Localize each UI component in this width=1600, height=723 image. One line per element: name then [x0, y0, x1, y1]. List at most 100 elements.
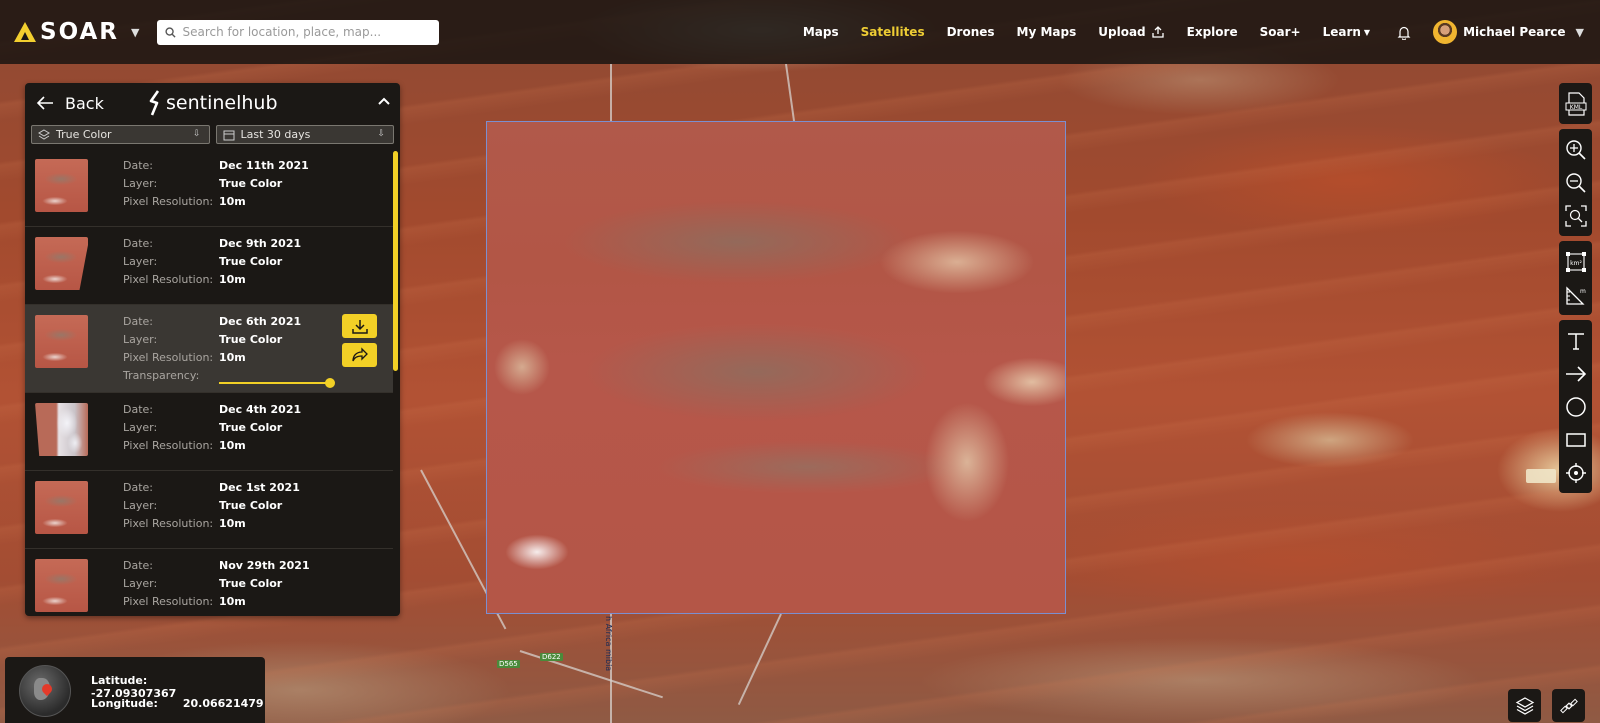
- result-layer-line: Layer: True Color: [123, 575, 282, 593]
- date-range-value: Last 30 days: [240, 128, 311, 141]
- back-button[interactable]: Back: [35, 94, 104, 113]
- share-button[interactable]: [342, 343, 377, 367]
- result-thumbnail: [35, 559, 88, 612]
- text-icon: [1567, 332, 1584, 350]
- sentinelhub-logo-icon: [149, 90, 160, 116]
- list-item-selected[interactable]: Date: Dec 6th 2021 Layer: True Color Pixel…: [25, 305, 393, 393]
- chevron-down-icon: ⇩: [192, 129, 201, 139]
- download-icon: [351, 320, 368, 334]
- list-item[interactable]: Date: Dec 4th 2021 Layer: True Color Pixel…: [25, 393, 393, 471]
- notifications-button[interactable]: [1392, 25, 1411, 40]
- nav-drones[interactable]: Drones: [947, 25, 995, 39]
- result-layer-line: Layer: True Color: [123, 497, 282, 515]
- transparency-line: Transparency:: [123, 367, 219, 385]
- globe-icon: [19, 665, 71, 717]
- back-label: Back: [65, 93, 104, 113]
- measure-distance-button[interactable]: m: [1559, 278, 1592, 311]
- arrow-tool-button[interactable]: [1559, 357, 1592, 390]
- road-label: D565: [497, 660, 520, 668]
- text-tool-button[interactable]: [1559, 324, 1592, 357]
- kml-button[interactable]: KML: [1559, 87, 1592, 120]
- chevron-down-icon[interactable]: ▼: [131, 26, 139, 39]
- soar-logo-text: SOAR: [40, 19, 120, 45]
- layer-label: Layer:: [123, 255, 158, 268]
- svg-text:km²: km²: [1570, 260, 1582, 267]
- transparency-slider-track[interactable]: [219, 382, 327, 384]
- resolution-label: Pixel Resolution:: [123, 439, 214, 452]
- result-layer-line: Layer: True Color: [123, 331, 282, 349]
- nav-upload[interactable]: Upload: [1098, 25, 1164, 39]
- result-resolution: 10m: [219, 595, 246, 608]
- result-date-line: Date: Dec 6th 2021: [123, 313, 301, 331]
- nav-learn[interactable]: Learn ▼: [1323, 25, 1371, 39]
- satellite-results-panel: Back sentinelhub True Color ⇩ Last 30 da…: [25, 83, 400, 616]
- chevron-up-icon[interactable]: [376, 93, 392, 109]
- date-label: Date:: [123, 559, 153, 572]
- top-bar: SOAR ▼ Maps Satellites Drones My Maps Up…: [0, 0, 1600, 64]
- chevron-down-icon: ▼: [1363, 27, 1371, 37]
- zoom-out-button[interactable]: [1559, 166, 1592, 199]
- result-resolution: 10m: [219, 517, 246, 530]
- result-thumbnail: [35, 159, 88, 212]
- result-layer: True Color: [219, 421, 283, 434]
- list-item[interactable]: Date: Dec 1st 2021 Layer: True Color Pixel…: [25, 471, 393, 549]
- svg-text:KML: KML: [1569, 104, 1582, 111]
- resolution-label: Pixel Resolution:: [123, 195, 214, 208]
- toolbar-group-zoom: [1559, 129, 1592, 236]
- download-button[interactable]: [342, 314, 377, 338]
- circle-icon: [1565, 396, 1586, 417]
- point-tool-button[interactable]: [1559, 456, 1592, 489]
- nav-my-maps[interactable]: My Maps: [1017, 25, 1077, 39]
- transparency-slider-handle[interactable]: [325, 378, 335, 388]
- zoom-in-button[interactable]: [1559, 133, 1592, 166]
- result-resolution-line: Pixel Resolution: 10m: [123, 515, 246, 533]
- map-road: [737, 613, 782, 706]
- list-item[interactable]: Date: Dec 11th 2021 Layer: True Color Pixe…: [25, 149, 393, 227]
- result-date: Dec 4th 2021: [219, 403, 302, 416]
- zoom-out-icon: [1565, 172, 1586, 193]
- soar-logo[interactable]: SOAR ▼: [14, 0, 139, 64]
- calendar-icon: [223, 130, 234, 140]
- result-date-line: Date: Nov 29th 2021: [123, 557, 310, 575]
- result-resolution: 10m: [219, 195, 246, 208]
- satellite-button[interactable]: [1552, 689, 1585, 722]
- toolbar-group-draw: [1559, 320, 1592, 493]
- layer-label: Layer:: [123, 577, 158, 590]
- result-resolution: 10m: [219, 273, 246, 286]
- road-label: D622: [540, 653, 563, 661]
- results-scrollbar[interactable]: [393, 151, 398, 371]
- search-icon: [165, 26, 177, 38]
- nav-explore[interactable]: Explore: [1187, 25, 1238, 39]
- zoom-extent-button[interactable]: [1559, 199, 1592, 232]
- measure-area-button[interactable]: km²: [1559, 245, 1592, 278]
- search-bar[interactable]: [157, 19, 440, 45]
- resolution-label: Pixel Resolution:: [123, 273, 214, 286]
- list-item[interactable]: Date: Nov 29th 2021 Layer: True Color Pixe…: [25, 549, 393, 616]
- layers-button[interactable]: [1508, 689, 1541, 722]
- date-range-select[interactable]: Last 30 days ⇩: [215, 125, 394, 144]
- nav-soar-plus[interactable]: Soar+: [1260, 25, 1301, 39]
- transparency-label: Transparency:: [123, 369, 200, 382]
- kml-file-icon: KML: [1565, 91, 1586, 116]
- date-label: Date:: [123, 159, 153, 172]
- user-menu[interactable]: Michael Pearce ▼: [1433, 20, 1600, 44]
- map-marker: [1526, 469, 1556, 483]
- svg-text:m: m: [1580, 288, 1586, 295]
- result-resolution-line: Pixel Resolution: 10m: [123, 271, 246, 289]
- rectangle-tool-button[interactable]: [1559, 423, 1592, 456]
- result-date: Dec 9th 2021: [219, 237, 302, 250]
- result-date-line: Date: Dec 4th 2021: [123, 401, 301, 419]
- circle-tool-button[interactable]: [1559, 390, 1592, 423]
- results-list[interactable]: Date: Dec 11th 2021 Layer: True Color Pixe…: [25, 149, 393, 616]
- nav-satellites[interactable]: Satellites: [861, 25, 925, 39]
- nav-maps[interactable]: Maps: [803, 25, 839, 39]
- date-label: Date:: [123, 237, 153, 250]
- resolution-label: Pixel Resolution:: [123, 595, 214, 608]
- nav-upload-label: Upload: [1098, 25, 1146, 39]
- result-thumbnail: [35, 403, 88, 456]
- search-input[interactable]: [182, 25, 433, 39]
- layer-label: Layer:: [123, 333, 158, 346]
- layer-select[interactable]: True Color ⇩: [31, 125, 210, 144]
- satellite-image-overlay[interactable]: [486, 121, 1066, 614]
- list-item[interactable]: Date: Dec 9th 2021 Layer: True Color Pixel…: [25, 227, 393, 305]
